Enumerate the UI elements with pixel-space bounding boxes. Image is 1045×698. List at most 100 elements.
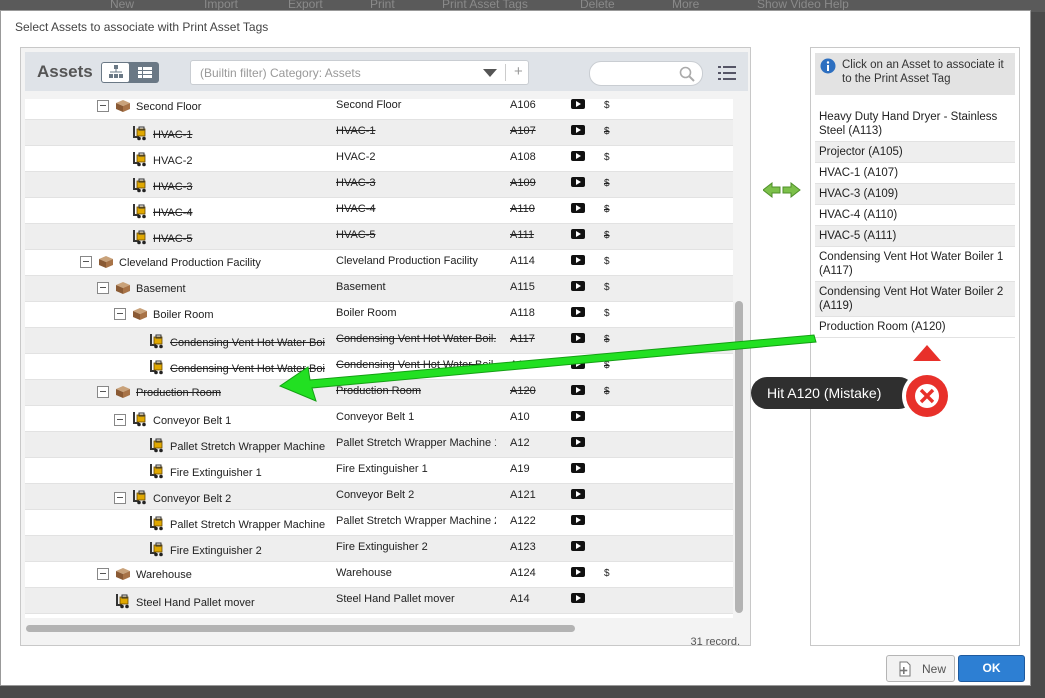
location-box-icon bbox=[98, 255, 114, 272]
table-row[interactable]: Second Floor Second Floor A106 $ bbox=[25, 99, 733, 120]
video-icon[interactable] bbox=[571, 333, 585, 343]
selected-asset-item[interactable]: Heavy Duty Hand Dryer - Stainless Steel … bbox=[815, 107, 1015, 142]
new-document-icon bbox=[899, 661, 911, 677]
selected-asset-item[interactable]: Condensing Vent Hot Water Boiler 1 (A117… bbox=[815, 247, 1015, 282]
table-row[interactable]: Condensing Vent Hot Water Boiler 1 Conden… bbox=[25, 328, 733, 354]
asset-name-cell: Pallet Stretch Wrapper Machine 1 bbox=[25, 437, 325, 456]
table-row[interactable]: Fire Extinguisher 2 Fire Extinguisher 2 A1… bbox=[25, 536, 733, 562]
asset-code-cell: A14 bbox=[510, 593, 530, 605]
table-row[interactable]: Boiler Room Boiler Room A118 $ bbox=[25, 302, 733, 328]
video-icon[interactable] bbox=[571, 203, 585, 213]
video-icon[interactable] bbox=[571, 385, 585, 395]
video-icon[interactable] bbox=[571, 541, 585, 551]
video-icon[interactable] bbox=[571, 489, 585, 499]
vertical-scrollbar[interactable] bbox=[735, 301, 743, 613]
asset-name: Fire Extinguisher 1 bbox=[170, 467, 262, 479]
search-input[interactable] bbox=[589, 61, 703, 86]
grid-view-icon bbox=[137, 67, 152, 78]
video-icon[interactable] bbox=[571, 515, 585, 525]
location-box-icon bbox=[132, 307, 148, 324]
video-icon[interactable] bbox=[571, 281, 585, 291]
collapse-toggle-icon[interactable] bbox=[97, 386, 109, 398]
table-row[interactable]: Pallet Stretch Wrapper Machine 1 Pallet S… bbox=[25, 432, 733, 458]
asset-name: HVAC-3 bbox=[153, 181, 193, 193]
selected-asset-item[interactable]: HVAC-4 (A110) bbox=[815, 205, 1015, 226]
tree-view-button[interactable] bbox=[102, 63, 129, 82]
table-row[interactable]: Production Room Production Room A120 $ bbox=[25, 380, 733, 406]
selected-asset-item[interactable]: HVAC-5 (A111) bbox=[815, 226, 1015, 247]
video-icon[interactable] bbox=[571, 359, 585, 369]
table-row[interactable]: Condensing Vent Hot Water Boiler 2 Conden… bbox=[25, 354, 733, 380]
selected-asset-item[interactable]: HVAC-3 (A109) bbox=[815, 184, 1015, 205]
table-row[interactable]: HVAC-1 HVAC-1 A107 $ bbox=[25, 120, 733, 146]
asset-name-cell: Fire Extinguisher 2 bbox=[25, 541, 325, 560]
table-row[interactable]: HVAC-3 HVAC-3 A109 $ bbox=[25, 172, 733, 198]
video-icon[interactable] bbox=[571, 125, 585, 135]
horizontal-scrollbar[interactable] bbox=[26, 625, 575, 632]
forklift-icon bbox=[132, 203, 148, 222]
collapse-toggle-icon[interactable] bbox=[114, 414, 126, 426]
asset-name-cell: HVAC-1 bbox=[25, 125, 325, 144]
collapse-toggle-icon[interactable] bbox=[114, 308, 126, 320]
table-row[interactable]: Warehouse Warehouse A124 $ bbox=[25, 562, 733, 588]
video-icon[interactable] bbox=[571, 99, 585, 109]
collapse-toggle-icon[interactable] bbox=[97, 100, 109, 112]
forklift-icon bbox=[132, 177, 148, 196]
grid-view-button[interactable] bbox=[131, 63, 158, 82]
asset-name: Conveyor Belt 2 bbox=[153, 493, 232, 505]
selected-asset-item[interactable]: Projector (A105) bbox=[815, 142, 1015, 163]
move-arrows-icon[interactable] bbox=[762, 181, 801, 201]
cost-icon: $ bbox=[604, 308, 610, 319]
collapse-toggle-icon[interactable] bbox=[97, 282, 109, 294]
table-row[interactable]: Pallet Stretch Wrapper Machine 2 Pallet S… bbox=[25, 510, 733, 536]
forklift-icon bbox=[149, 437, 165, 456]
table-row[interactable]: HVAC-5 HVAC-5 A111 $ bbox=[25, 224, 733, 250]
tree-view-icon bbox=[108, 65, 123, 78]
forklift-icon bbox=[132, 125, 148, 144]
asset-category-cell: HVAC-3 bbox=[336, 177, 376, 189]
forklift-icon bbox=[115, 593, 131, 612]
asset-category-cell: Conveyor Belt 1 bbox=[336, 411, 415, 423]
new-button[interactable]: New bbox=[886, 655, 955, 682]
table-row[interactable]: HVAC-2 HVAC-2 A108 $ bbox=[25, 146, 733, 172]
video-icon[interactable] bbox=[571, 411, 585, 421]
video-icon[interactable] bbox=[571, 437, 585, 447]
chevron-down-icon[interactable] bbox=[483, 69, 497, 77]
asset-code-cell: A110 bbox=[510, 203, 535, 215]
table-row[interactable]: Fire Extinguisher 1 Fire Extinguisher 1 A1… bbox=[25, 458, 733, 484]
collapse-toggle-icon[interactable] bbox=[114, 492, 126, 504]
forklift-icon bbox=[132, 489, 148, 508]
selected-asset-item[interactable]: Production Room (A120) bbox=[815, 317, 1015, 338]
category-filter[interactable]: (Builtin filter) Category: Assets + bbox=[190, 60, 529, 85]
list-menu-icon[interactable] bbox=[718, 65, 736, 84]
table-row[interactable]: Basement Basement A115 $ bbox=[25, 276, 733, 302]
collapse-toggle-icon[interactable] bbox=[80, 256, 92, 268]
video-icon[interactable] bbox=[571, 307, 585, 317]
table-row[interactable]: HVAC-4 HVAC-4 A110 $ bbox=[25, 198, 733, 224]
asset-name-cell: Condensing Vent Hot Water Boiler 2 bbox=[25, 359, 325, 378]
cost-icon: $ bbox=[604, 256, 610, 267]
asset-name-cell: HVAC-4 bbox=[25, 203, 325, 222]
table-row[interactable]: Cleveland Production Facility Cleveland P… bbox=[25, 250, 733, 276]
add-filter-button[interactable]: + bbox=[514, 63, 523, 80]
collapse-toggle-icon[interactable] bbox=[97, 568, 109, 580]
selected-asset-item[interactable]: Condensing Vent Hot Water Boiler 2 (A119… bbox=[815, 282, 1015, 317]
video-icon[interactable] bbox=[571, 151, 585, 161]
video-icon[interactable] bbox=[571, 255, 585, 265]
asset-category-cell: Fire Extinguisher 1 bbox=[336, 463, 428, 475]
video-icon[interactable] bbox=[571, 229, 585, 239]
table-row[interactable]: Conveyor Belt 1 Conveyor Belt 1 A10 bbox=[25, 406, 733, 432]
video-icon[interactable] bbox=[571, 463, 585, 473]
video-icon[interactable] bbox=[571, 567, 585, 577]
asset-category-cell: HVAC-1 bbox=[336, 125, 376, 137]
asset-name: HVAC-1 bbox=[153, 129, 193, 141]
dialog-title: Select Assets to associate with Print As… bbox=[15, 20, 269, 34]
video-icon[interactable] bbox=[571, 177, 585, 187]
selected-asset-item[interactable]: HVAC-1 (A107) bbox=[815, 163, 1015, 184]
location-box-icon bbox=[115, 281, 131, 298]
cost-icon: $ bbox=[604, 282, 610, 293]
table-row[interactable]: Steel Hand Pallet mover Steel Hand Pallet… bbox=[25, 588, 733, 614]
ok-button[interactable]: OK bbox=[958, 655, 1025, 682]
table-row[interactable]: Conveyor Belt 2 Conveyor Belt 2 A121 bbox=[25, 484, 733, 510]
video-icon[interactable] bbox=[571, 593, 585, 603]
